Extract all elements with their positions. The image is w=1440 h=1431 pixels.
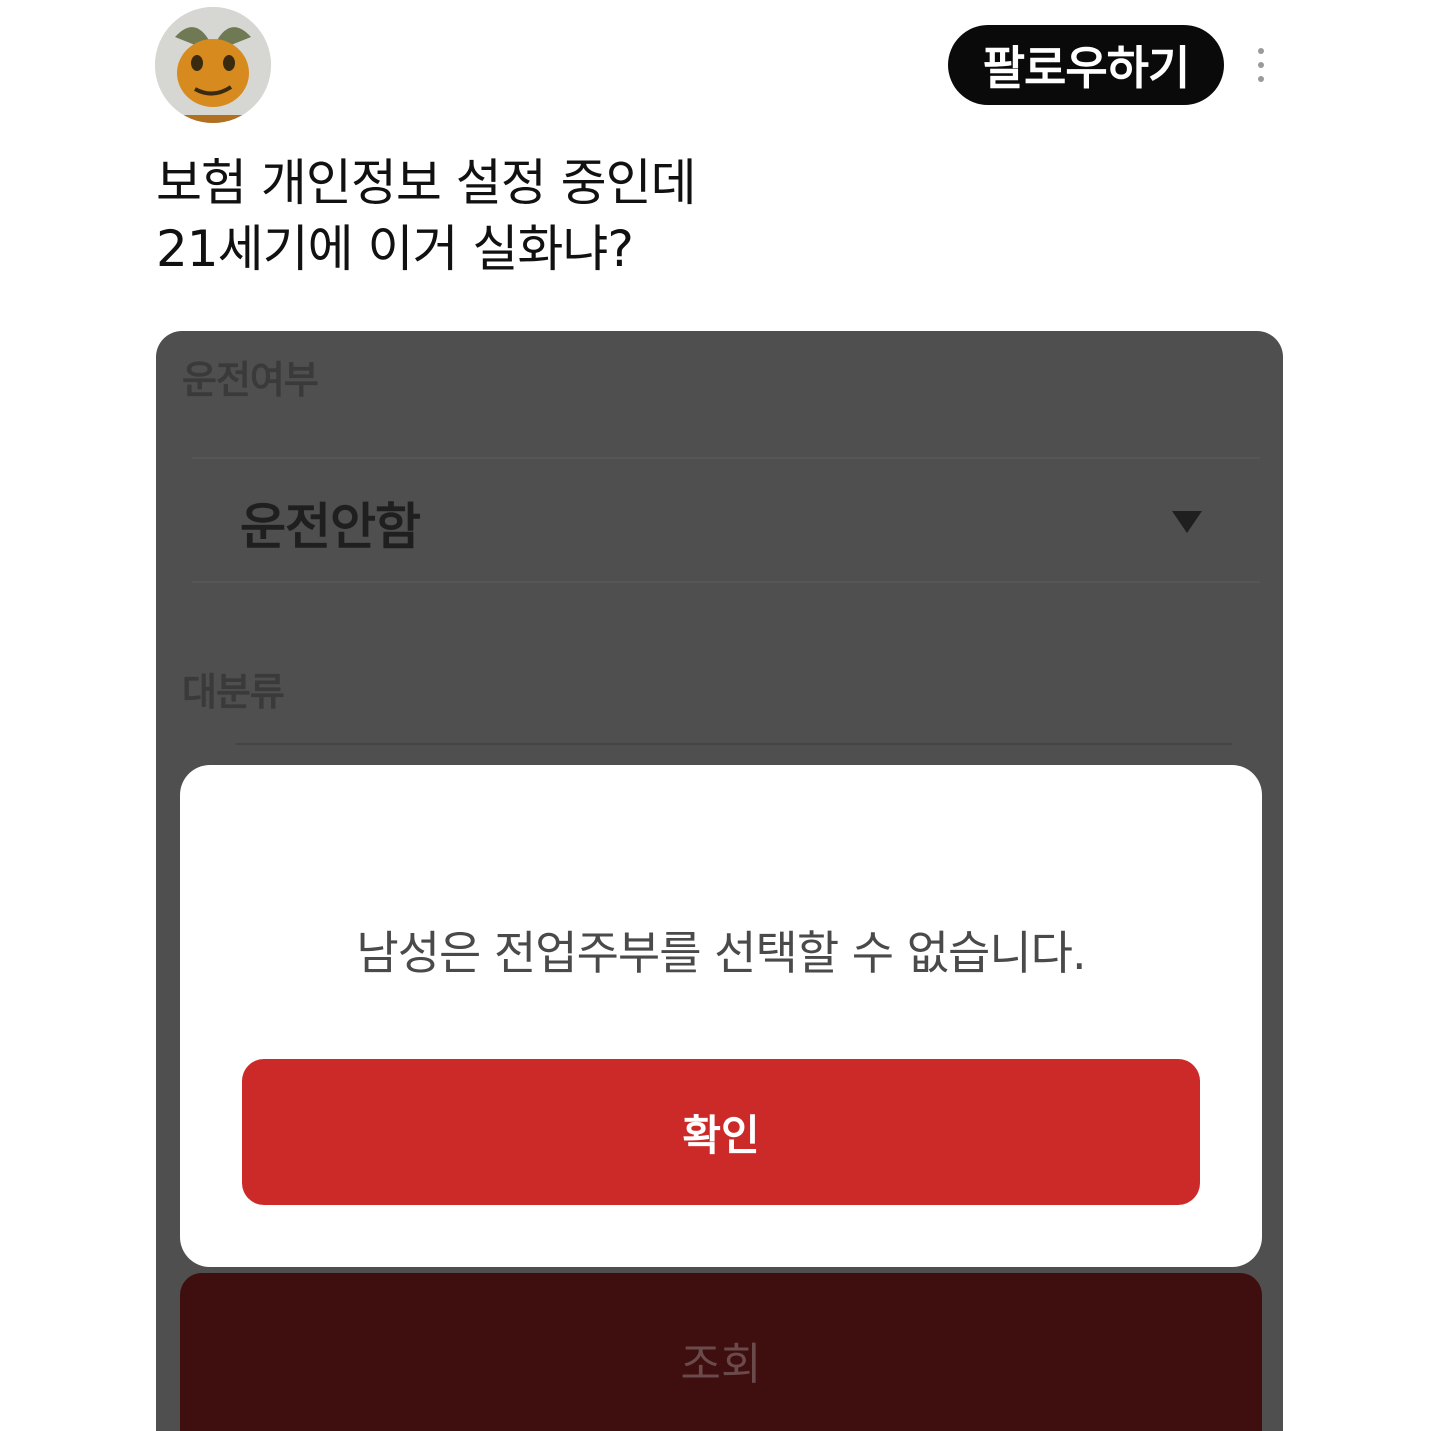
driving-select-value: 운전안함 [240, 498, 421, 556]
more-options-icon[interactable] [1246, 40, 1276, 90]
avatar[interactable] [155, 7, 271, 123]
post-body: 보험 개인정보 설정 중인데 21세기에 이거 실화냐? [156, 150, 697, 282]
chevron-down-icon [1172, 511, 1202, 533]
category-select-underline [236, 743, 1232, 745]
dialog-message: 남성은 전업주부를 선택할 수 없습니다. [356, 926, 1086, 980]
post-line-1: 보험 개인정보 설정 중인데 [156, 154, 697, 212]
attached-screenshot[interactable]: 운전여부 운전안함 대분류 남성은 전업주부를 선택할 수 없습니다. 확인 조… [156, 331, 1283, 1431]
driving-field-label: 운전여부 [182, 358, 319, 402]
category-field-label: 대분류 [182, 670, 285, 714]
avatar-image [155, 7, 271, 123]
follow-button[interactable]: 팔로우하기 [948, 25, 1224, 105]
alert-dialog: 남성은 전업주부를 선택할 수 없습니다. 확인 [180, 765, 1262, 1267]
confirm-button[interactable]: 확인 [242, 1059, 1200, 1205]
search-button[interactable]: 조회 [180, 1273, 1262, 1431]
post-page: 팔로우하기 보험 개인정보 설정 중인데 21세기에 이거 실화냐? 운전여부 … [0, 0, 1440, 1431]
post-line-2: 21세기에 이거 실화냐? [156, 220, 634, 278]
search-button-label: 조회 [680, 1339, 762, 1390]
driving-select[interactable]: 운전안함 [192, 457, 1260, 583]
